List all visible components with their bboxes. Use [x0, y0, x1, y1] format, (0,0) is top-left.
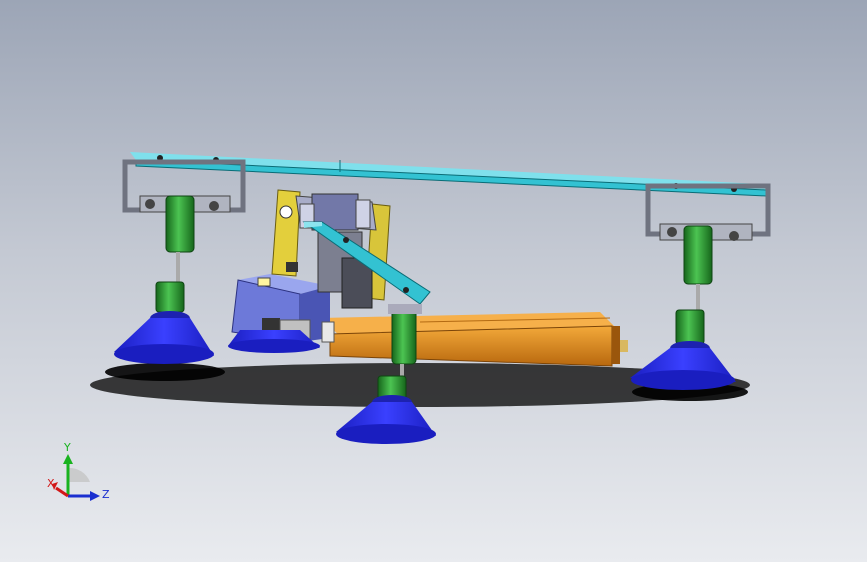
y-axis-label: Y — [64, 441, 71, 454]
x-axis-label: X — [47, 477, 55, 490]
main-body — [320, 312, 628, 367]
suction-cup-left — [114, 195, 214, 364]
cad-viewport[interactable]: Y X Z — [0, 0, 867, 562]
x-axis-line — [55, 486, 69, 498]
crossbar — [130, 152, 767, 197]
suction-cup-right — [630, 225, 736, 390]
z-axis-label: Z — [102, 488, 110, 501]
gripper-assembly-model[interactable] — [0, 0, 867, 562]
reference-triad: Y X Z — [44, 442, 114, 512]
